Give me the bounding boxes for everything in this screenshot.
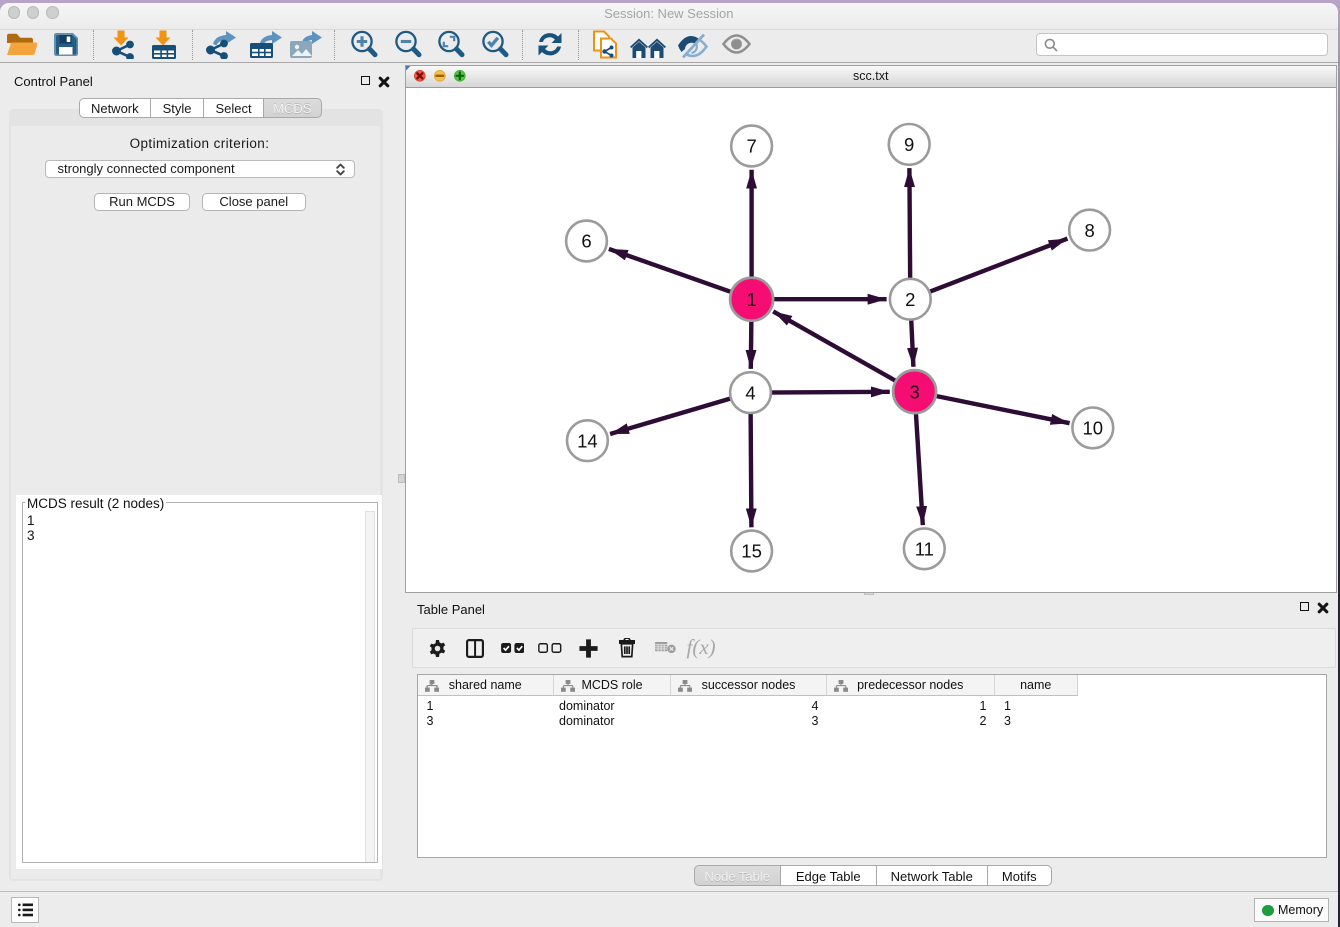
svg-text:3: 3	[909, 381, 919, 402]
svg-text:9: 9	[904, 134, 914, 155]
svg-text:10: 10	[1082, 418, 1103, 439]
svg-text:6: 6	[581, 231, 591, 252]
svg-text:11: 11	[914, 539, 933, 560]
svg-text:15: 15	[741, 541, 762, 562]
svg-text:4: 4	[745, 382, 755, 403]
svg-text:2: 2	[905, 289, 915, 310]
svg-text:7: 7	[746, 136, 756, 157]
svg-text:1: 1	[746, 289, 756, 310]
svg-text:14: 14	[577, 430, 598, 451]
svg-text:8: 8	[1084, 220, 1094, 241]
